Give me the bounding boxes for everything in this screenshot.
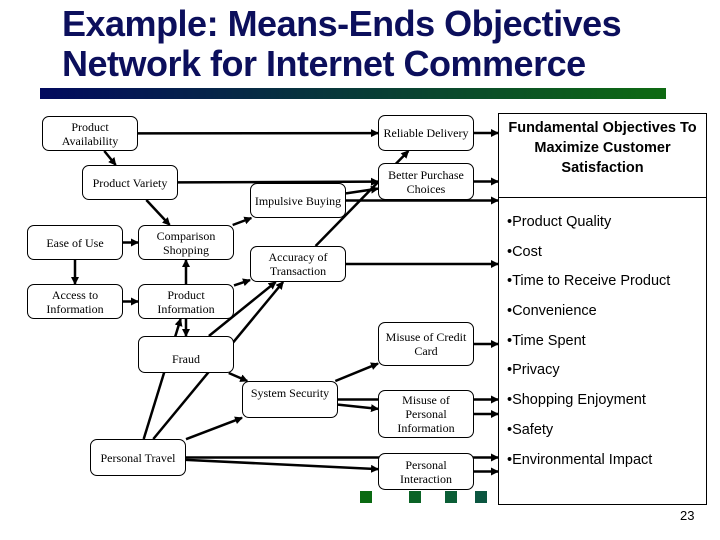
objective-item: •Shopping Enjoyment	[507, 392, 646, 409]
node-misuse-of-personal-information[interactable]: Misuse of Personal Information	[378, 390, 474, 438]
node-personal-travel[interactable]: Personal Travel	[90, 439, 186, 476]
edge-system-security-to-misuse-of-personal-information	[337, 403, 379, 413]
node-product-information[interactable]: Product Information	[138, 284, 234, 319]
edge-fraud-to-system-security	[228, 371, 249, 383]
node-impulsive-buying[interactable]: Impulsive Buying	[250, 183, 346, 218]
node-product-availability[interactable]: Product Availability	[42, 116, 138, 151]
edge-comparison-shopping-to-impulsive-buying	[232, 216, 253, 227]
node-personal-interaction[interactable]: Personal Interaction	[378, 453, 474, 490]
node-better-purchase-choices[interactable]: Better Purchase Choices	[378, 163, 474, 200]
objective-item: •Environmental Impact	[507, 451, 653, 468]
objective-item: •Cost	[507, 243, 542, 260]
objective-item: •Time to Receive Product	[507, 273, 671, 290]
node-system-security[interactable]: System Security	[242, 381, 338, 418]
node-reliable-delivery[interactable]: Reliable Delivery	[378, 115, 474, 151]
objective-item: •Product Quality	[507, 214, 612, 230]
objective-item: •Privacy	[507, 362, 560, 379]
objective-item: •Convenience	[507, 303, 597, 320]
node-accuracy-of-transaction[interactable]: Accuracy of Transaction	[250, 246, 346, 282]
edge-personal-travel-to-personal-interaction	[185, 458, 379, 473]
node-access-to-information[interactable]: Access to Information	[27, 284, 123, 319]
node-misuse-of-credit-card[interactable]: Misuse of Credit Card	[378, 322, 474, 366]
edge-product-information-to-accuracy-of-transaction	[233, 278, 251, 287]
fundamental-objectives-box: Fundamental Objectives To Maximize Custo…	[498, 113, 707, 505]
objective-item: •Safety	[507, 421, 554, 438]
node-fraud[interactable]: Fraud	[138, 336, 234, 373]
edge-product-variety-to-comparison-shopping	[145, 199, 171, 226]
objective-item: •Time Spent	[507, 332, 586, 349]
node-comparison-shopping[interactable]: Comparison Shopping	[138, 225, 234, 260]
edge-personal-travel-to-system-security	[185, 416, 243, 441]
edge-product-availability-to-product-variety	[103, 150, 117, 166]
edge-impulsive-buying-to-better-purchase-choices	[345, 185, 379, 195]
fundamental-objectives-title: Fundamental Objectives To Maximize Custo…	[499, 114, 706, 198]
node-ease-of-use[interactable]: Ease of Use	[27, 225, 123, 260]
node-product-variety[interactable]: Product Variety	[82, 165, 178, 200]
fundamental-objectives-list: •Product Quality •Cost •Time to Receive …	[499, 208, 706, 475]
edge-system-security-to-misuse-of-credit-card	[334, 362, 379, 383]
